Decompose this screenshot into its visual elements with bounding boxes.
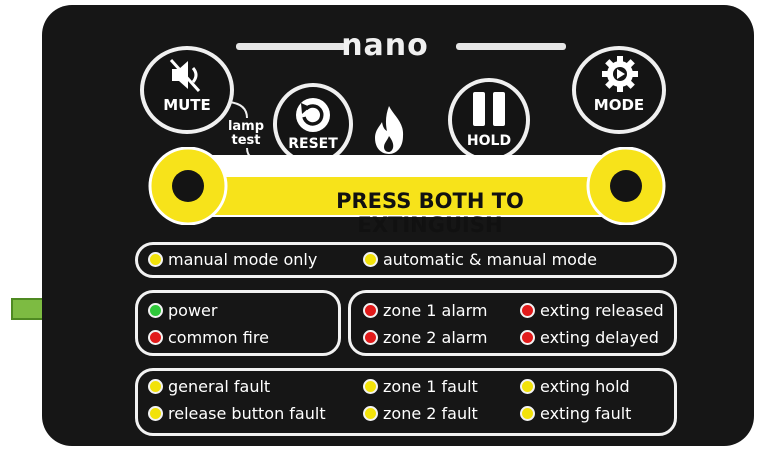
- led-exting-hold: [520, 379, 535, 394]
- indicator-label: zone 1 fault: [383, 377, 478, 396]
- indicator-label: manual mode only: [168, 250, 318, 269]
- indicator-label: common fire: [168, 328, 269, 347]
- indicator-label: zone 1 alarm: [383, 301, 488, 320]
- led-manual-mode: [148, 252, 163, 267]
- led-automatic-mode: [363, 252, 378, 267]
- led-exting-delayed: [520, 330, 535, 345]
- led-common-fire: [148, 330, 163, 345]
- mute-speaker-icon: [169, 58, 201, 93]
- indicator-common-fire: common fire: [148, 328, 269, 347]
- gear-icon: [602, 56, 638, 92]
- extinguish-label: PRESS BOTH TO EXTINGUISH: [336, 189, 524, 237]
- indicator-zone2-fault: zone 2 fault: [363, 404, 478, 423]
- indicator-label: exting hold: [540, 377, 630, 396]
- indicator-manual-mode-only: manual mode only: [148, 250, 317, 269]
- indicator-power: power: [148, 301, 217, 320]
- mode-label: MODE: [593, 96, 645, 114]
- mode-button[interactable]: MODE: [572, 46, 666, 134]
- indicator-label: exting released: [540, 301, 664, 320]
- indicator-release-button-fault: release button fault: [148, 404, 326, 423]
- indicator-label: zone 2 fault: [383, 404, 478, 423]
- indicator-zone1-alarm: zone 1 alarm: [363, 301, 487, 320]
- mute-button[interactable]: MUTE: [140, 46, 234, 134]
- led-zone2-fault: [363, 406, 378, 421]
- indicator-exting-hold: exting hold: [520, 377, 630, 396]
- led-general-fault: [148, 379, 163, 394]
- indicator-label: release button fault: [168, 404, 326, 423]
- extinguish-button-right[interactable]: [610, 170, 642, 202]
- indicator-label: zone 2 alarm: [383, 328, 488, 347]
- indicator-label: general fault: [168, 377, 271, 396]
- mute-label: MUTE: [163, 96, 211, 114]
- indicator-label: power: [168, 301, 218, 320]
- led-zone2-alarm: [363, 330, 378, 345]
- brand-logo: nano: [341, 28, 429, 63]
- extinguish-button-left[interactable]: [172, 170, 204, 202]
- led-exting-released: [520, 303, 535, 318]
- indicator-label: exting delayed: [540, 328, 659, 347]
- led-power: [148, 303, 163, 318]
- led-exting-fault: [520, 406, 535, 421]
- indicator-label: exting fault: [540, 404, 632, 423]
- lamp-test-label-line2: test: [231, 133, 261, 148]
- indicator-general-fault: general fault: [148, 377, 270, 396]
- pause-icon: [473, 92, 505, 126]
- indicator-exting-released: exting released: [520, 301, 664, 320]
- indicator-zone2-alarm: zone 2 alarm: [363, 328, 487, 347]
- led-zone1-fault: [363, 379, 378, 394]
- indicator-automatic-manual-mode: automatic & manual mode: [363, 250, 597, 269]
- indicator-zone1-fault: zone 1 fault: [363, 377, 478, 396]
- header-bar-right: [456, 43, 566, 50]
- reset-icon: [296, 98, 330, 132]
- indicator-exting-delayed: exting delayed: [520, 328, 659, 347]
- led-zone1-alarm: [363, 303, 378, 318]
- lamp-test-label-line1: lamp: [227, 119, 265, 134]
- indicator-label: automatic & manual mode: [383, 250, 597, 269]
- led-release-button-fault: [148, 406, 163, 421]
- indicator-exting-fault: exting fault: [520, 404, 631, 423]
